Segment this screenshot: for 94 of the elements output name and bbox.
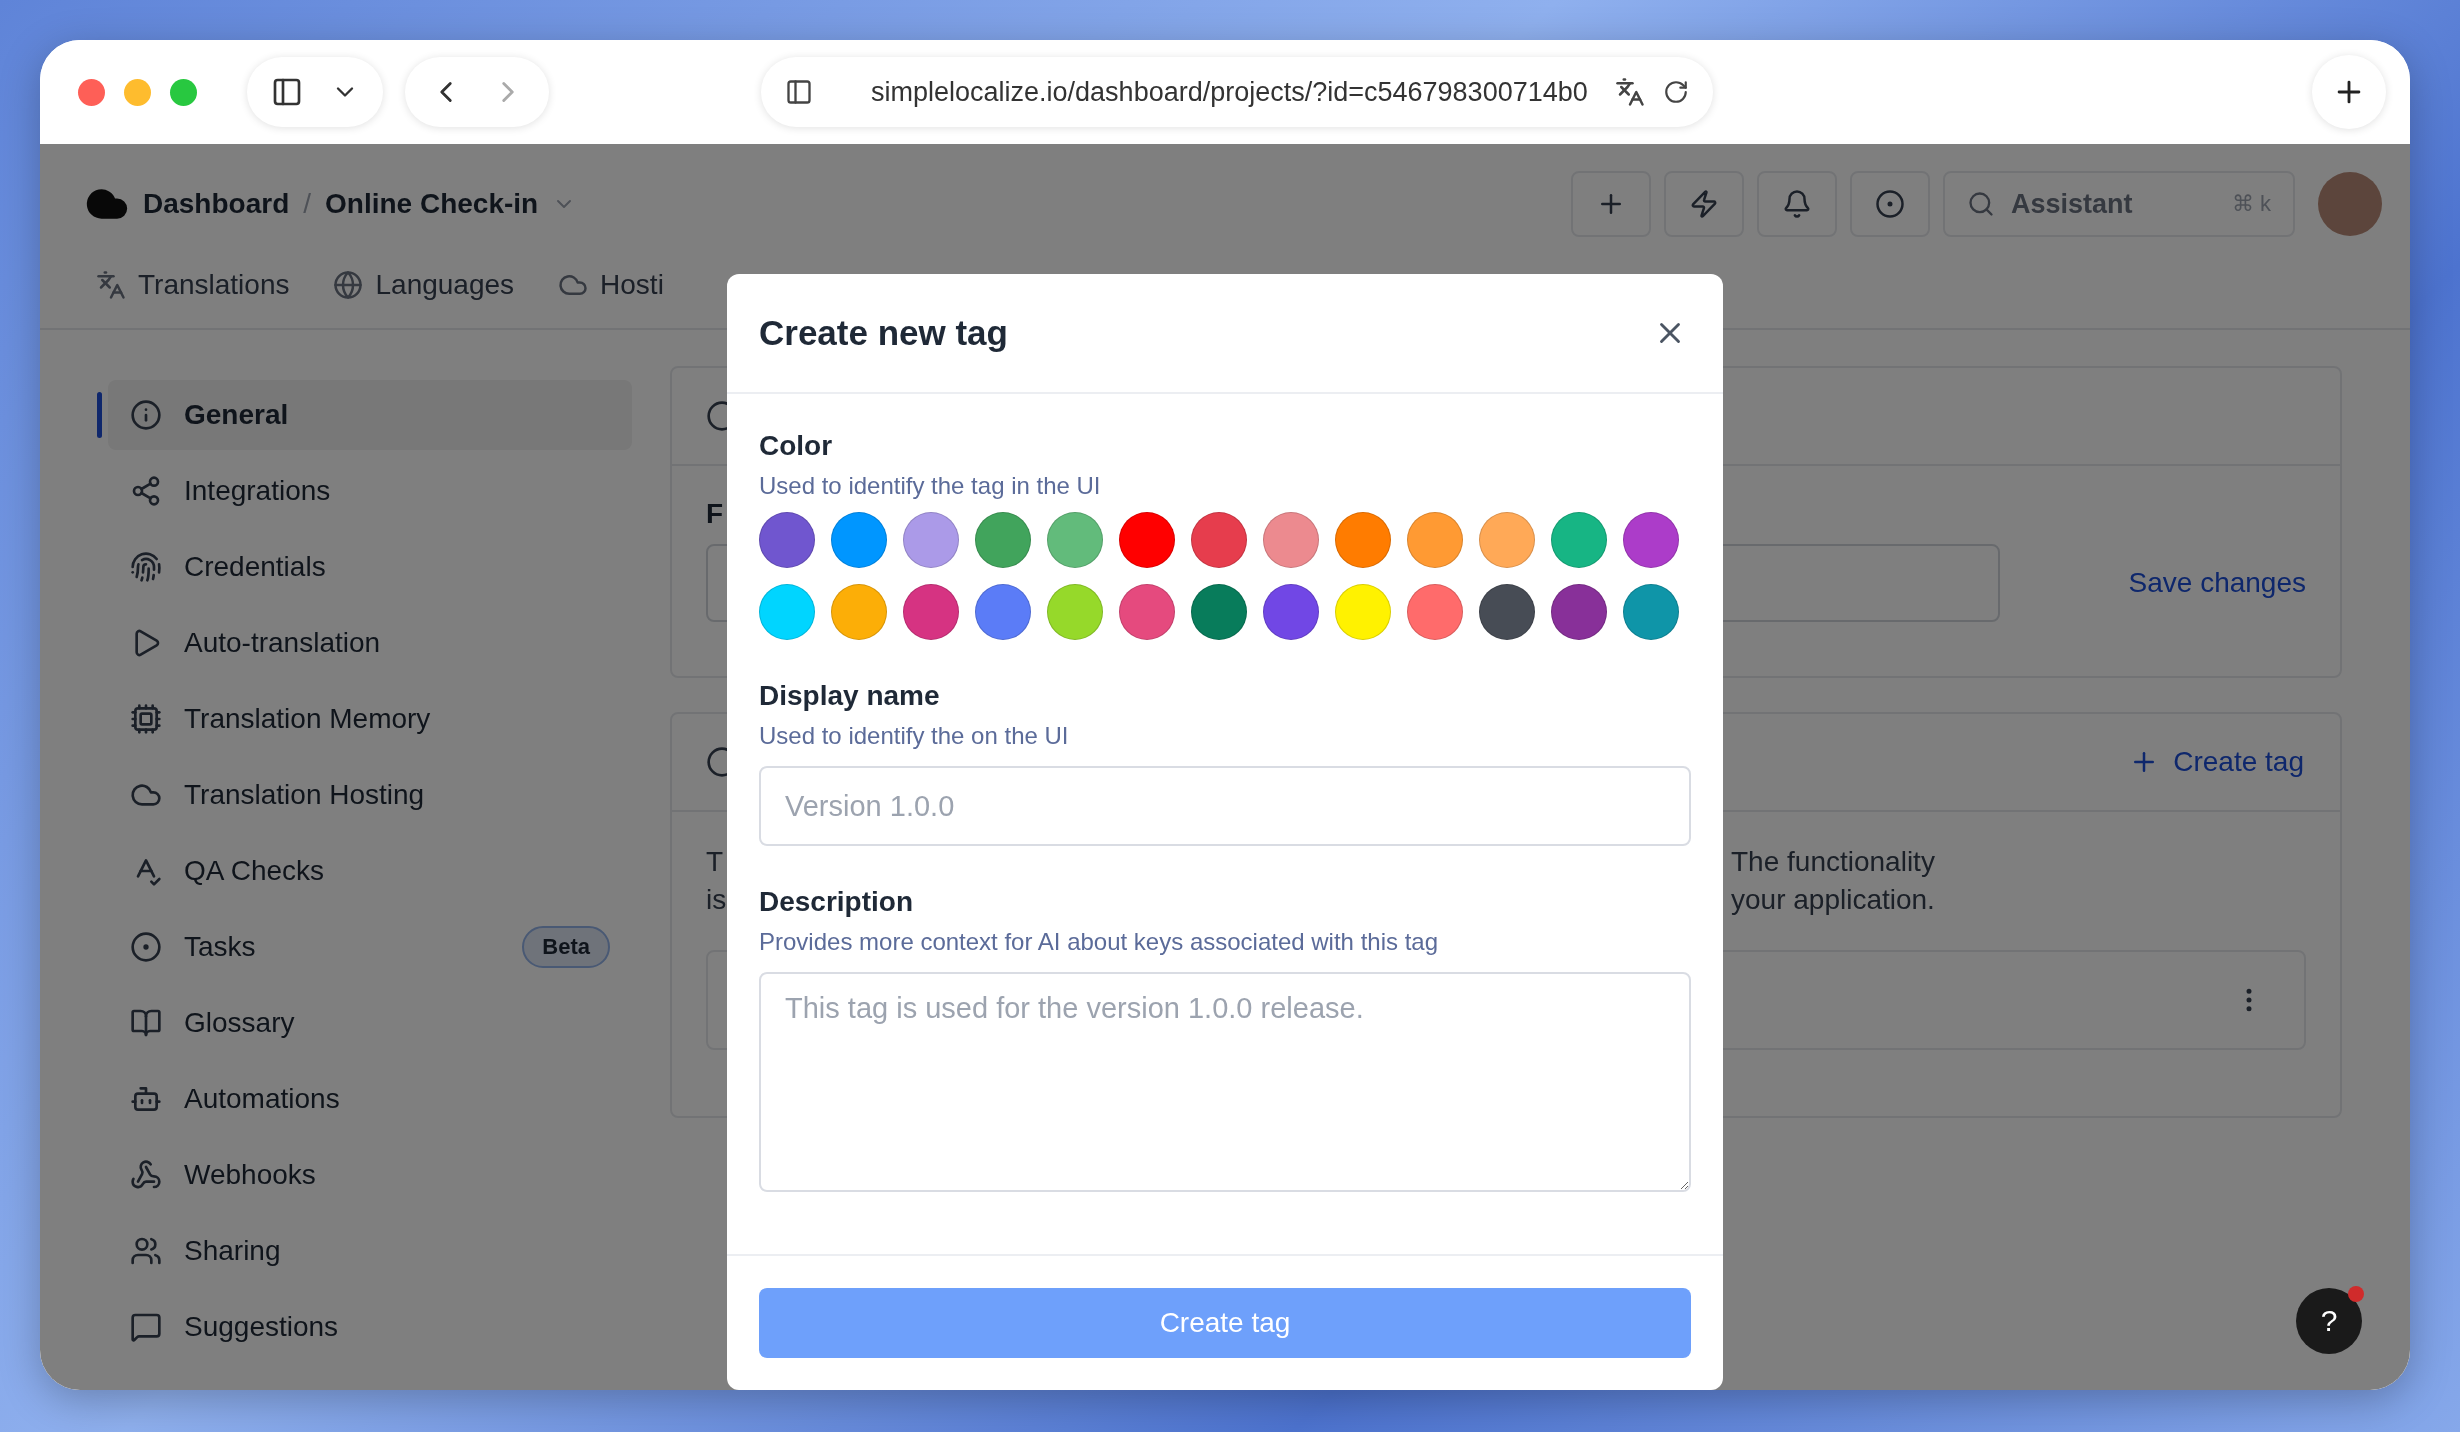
address-bar[interactable]: simplelocalize.io/dashboard/projects/?id=c546798300714b0	[761, 57, 1713, 127]
description-label: Description	[759, 886, 915, 918]
sidebar-item[interactable]: Webhooks	[108, 1140, 632, 1210]
display-name-hint: Used to identify the on the UI	[759, 722, 1070, 750]
page-icon	[785, 78, 813, 106]
color-swatch[interactable]	[1047, 512, 1103, 568]
sidebar-item[interactable]: Glossary	[108, 988, 632, 1058]
create-tag-button[interactable]: Create tag	[759, 1288, 1691, 1358]
speech-bubble-icon	[130, 1311, 162, 1343]
share-icon	[130, 475, 162, 507]
description-text: T	[706, 846, 724, 878]
circle-dot-icon	[130, 931, 162, 963]
bell-icon	[1782, 189, 1812, 219]
search-icon	[1967, 190, 1995, 218]
color-swatch[interactable]	[1047, 584, 1103, 640]
color-label: Color	[759, 430, 834, 462]
sidebar-item[interactable]: Tasks Beta	[108, 912, 632, 982]
nav-tab[interactable]: Languages	[333, 244, 515, 328]
sidebar-item[interactable]: Translation Hosting	[108, 760, 632, 830]
sidebar-item[interactable]: Integrations	[108, 456, 632, 526]
url-text: simplelocalize.io/dashboard/projects/?id=c546798300714b0	[871, 76, 1589, 108]
notification-dot	[2348, 1286, 2364, 1302]
active-indicator	[97, 392, 102, 438]
fingerprint-icon	[130, 551, 162, 583]
bolt-button[interactable]	[1664, 171, 1744, 237]
dialog-title: Create new tag	[759, 313, 1009, 353]
sidebar-item[interactable]: QA Checks	[108, 836, 632, 906]
color-swatch[interactable]	[759, 584, 815, 640]
color-swatch[interactable]	[1479, 512, 1535, 568]
nav-tab[interactable]: Hosti	[558, 244, 664, 328]
project-selector[interactable]: Online Check-in	[325, 188, 539, 220]
sidebar-item[interactable]: Suggestions	[108, 1292, 632, 1362]
zoom-window-button[interactable]	[170, 78, 197, 106]
color-swatch[interactable]	[1191, 584, 1247, 640]
color-swatch[interactable]	[1623, 584, 1679, 640]
color-swatch[interactable]	[1335, 584, 1391, 640]
search-placeholder: Assistant	[2011, 188, 2134, 220]
color-swatch[interactable]	[1335, 512, 1391, 568]
sidebar-item[interactable]: Translation Memory	[108, 684, 632, 754]
nav-tab[interactable]: Translations	[96, 244, 290, 328]
globe-icon	[333, 269, 364, 300]
color-swatch[interactable]	[1263, 584, 1319, 640]
color-swatch[interactable]	[1551, 584, 1607, 640]
color-swatch[interactable]	[1551, 512, 1607, 568]
beta-badge: Beta	[522, 926, 610, 968]
color-swatch[interactable]	[1263, 512, 1319, 568]
users-icon	[130, 1235, 162, 1267]
description-textarea[interactable]: This tag is used for the version 1.0.0 release.	[759, 972, 1691, 1192]
translate-icon	[96, 269, 126, 300]
breadcrumb-link[interactable]: Dashboard	[143, 188, 290, 220]
color-swatch[interactable]	[1623, 512, 1679, 568]
circle-dot-icon	[1875, 189, 1905, 219]
sidebar-item[interactable]: Credentials	[108, 532, 632, 602]
color-swatch[interactable]	[1191, 512, 1247, 568]
record-button[interactable]	[1850, 171, 1930, 237]
sidebar-toggle-button[interactable]	[247, 57, 383, 127]
help-button[interactable]: ?	[2296, 1288, 2362, 1354]
color-hint: Used to identify the tag in the UI	[759, 472, 1102, 500]
color-swatch[interactable]	[975, 512, 1031, 568]
breadcrumb-separator: /	[303, 188, 312, 220]
create-tag-link[interactable]: Create tag	[2129, 746, 2304, 778]
display-name-label: Display name	[759, 680, 941, 712]
sidebar-item[interactable]: Auto-translation	[108, 608, 632, 678]
new-tab-button[interactable]	[2312, 55, 2386, 129]
save-changes-button[interactable]: Save changes	[2128, 567, 2306, 599]
description-text: The functionality	[1731, 846, 1935, 878]
field-label: F	[706, 498, 725, 530]
color-swatch[interactable]	[1119, 584, 1175, 640]
webhook-icon	[130, 1159, 162, 1191]
color-swatch[interactable]	[831, 512, 887, 568]
color-swatch[interactable]	[1407, 584, 1463, 640]
display-name-input[interactable]: Version 1.0.0	[759, 766, 1691, 846]
sidebar-item[interactable]: Sharing	[108, 1216, 632, 1286]
color-swatch[interactable]	[759, 512, 815, 568]
color-swatch[interactable]	[1407, 512, 1463, 568]
notifications-button[interactable]	[1757, 171, 1837, 237]
color-swatch[interactable]	[903, 512, 959, 568]
color-swatch[interactable]	[1479, 584, 1535, 640]
close-window-button[interactable]	[78, 78, 105, 106]
info-icon	[130, 399, 162, 431]
color-swatch[interactable]	[975, 584, 1031, 640]
chip-icon	[130, 703, 162, 735]
color-swatch[interactable]	[903, 584, 959, 640]
description-text: is	[706, 884, 727, 916]
description-hint: Provides more context for AI about keys associated with this tag	[759, 928, 1439, 956]
reload-icon[interactable]	[1663, 79, 1689, 105]
sidebar-item[interactable]: Automations	[108, 1064, 632, 1134]
color-swatch[interactable]	[831, 584, 887, 640]
book-icon	[130, 1007, 162, 1039]
sidebar-icon	[271, 76, 303, 108]
bolt-icon	[1689, 189, 1719, 219]
color-swatch[interactable]	[1119, 512, 1175, 568]
translate-icon[interactable]	[1615, 77, 1645, 107]
description-text: your application.	[1731, 884, 1935, 916]
